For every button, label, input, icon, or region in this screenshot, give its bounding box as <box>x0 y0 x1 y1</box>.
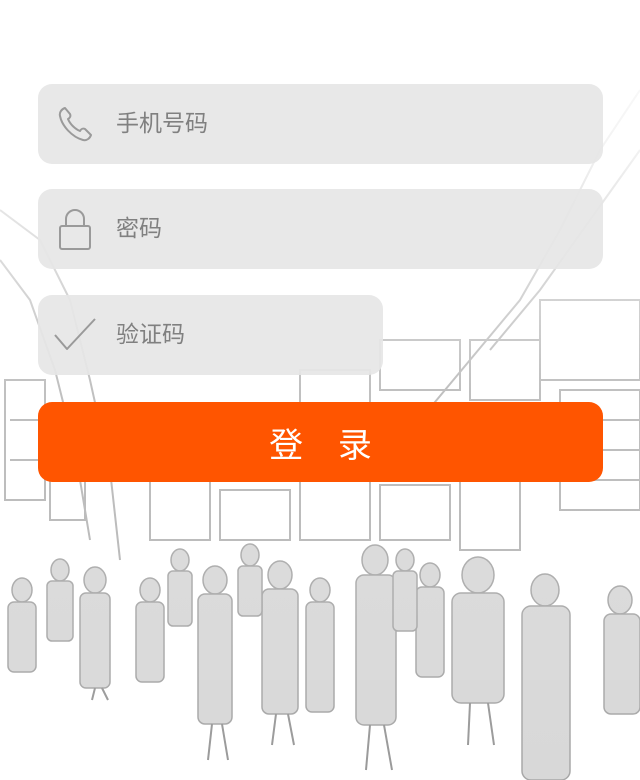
phone-icon <box>52 101 98 147</box>
captcha-field[interactable] <box>38 295 383 375</box>
captcha-input[interactable] <box>114 321 338 349</box>
checkmark-icon <box>52 312 98 358</box>
password-input[interactable] <box>114 215 518 243</box>
phone-field[interactable] <box>38 84 603 164</box>
login-button[interactable]: 登 录 <box>38 402 603 482</box>
phone-input[interactable] <box>114 110 518 138</box>
password-field[interactable] <box>38 189 603 269</box>
login-page: 登 录 <box>0 0 640 780</box>
lock-icon <box>52 206 98 252</box>
